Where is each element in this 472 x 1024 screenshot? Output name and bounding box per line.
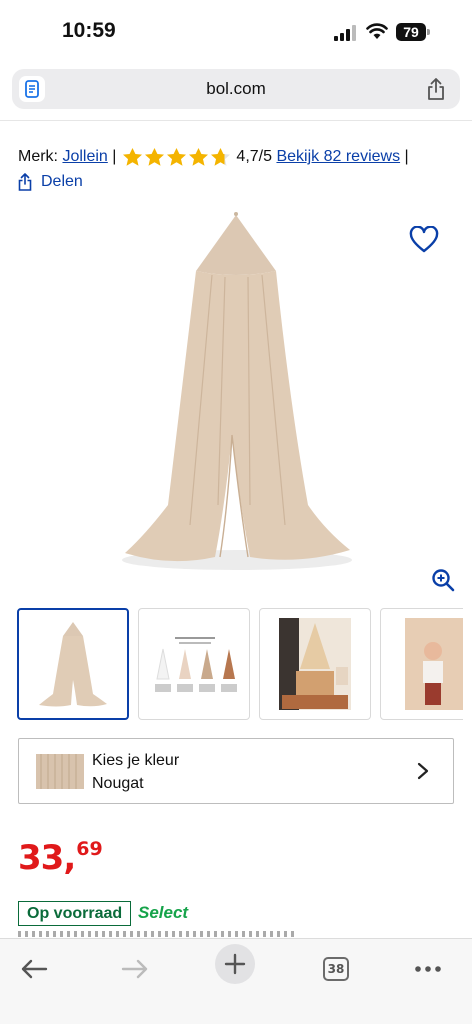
product-title-cut xyxy=(0,112,472,120)
forward-button[interactable] xyxy=(113,947,157,991)
zoom-in-icon[interactable] xyxy=(431,568,455,592)
meta-separator-end: | xyxy=(404,148,409,165)
star-icon xyxy=(145,148,165,166)
browser-toolbar: 38 xyxy=(0,938,472,1024)
battery-level: 79 xyxy=(396,23,426,41)
wifi-icon xyxy=(366,23,388,39)
share-label: Delen xyxy=(41,173,83,190)
star-icon xyxy=(211,148,231,166)
star-icon xyxy=(123,148,143,166)
thumbnail-strip xyxy=(17,608,463,720)
price: 33,69 xyxy=(18,838,103,878)
share-icon[interactable] xyxy=(426,77,446,101)
select-badge: Select xyxy=(138,903,189,922)
thumbnail-color-variants[interactable] xyxy=(138,608,250,720)
more-dots-icon xyxy=(415,966,441,972)
divider xyxy=(0,120,472,121)
thumbnail-nursery-room[interactable] xyxy=(259,608,371,720)
back-button[interactable] xyxy=(12,947,56,991)
thumbnail-canopy[interactable] xyxy=(17,608,129,720)
share-button[interactable]: Delen xyxy=(18,171,83,193)
price-cents: 69 xyxy=(76,838,103,860)
address-bar[interactable]: bol.com xyxy=(12,69,460,109)
delivery-info-cut xyxy=(18,931,338,938)
url-text[interactable]: bol.com xyxy=(12,79,460,99)
color-picker[interactable]: Kies je kleur Nougat xyxy=(18,738,454,804)
meta-separator: | xyxy=(112,148,117,165)
product-image[interactable] xyxy=(100,205,370,585)
brand-link[interactable]: Jollein xyxy=(62,148,107,166)
price-main: 33, xyxy=(18,838,76,878)
status-bar: 10:59 79 xyxy=(0,0,472,62)
more-button[interactable] xyxy=(406,947,450,991)
color-picker-value: Nougat xyxy=(92,775,144,792)
rating-text: 4,7/5 xyxy=(236,148,273,165)
battery-icon: 79 xyxy=(396,23,430,41)
thumbnail-child-room[interactable] xyxy=(380,608,463,720)
arrow-left-icon xyxy=(21,959,48,979)
color-swatch xyxy=(36,754,84,789)
arrow-right-icon xyxy=(121,959,148,979)
plus-icon xyxy=(224,953,246,975)
star-icon xyxy=(167,148,187,166)
status-time: 10:59 xyxy=(62,19,116,42)
rating-stars xyxy=(122,147,232,167)
cellular-signal-icon xyxy=(334,25,358,41)
reviews-link[interactable]: Bekijk 82 reviews xyxy=(276,148,400,166)
share-icon xyxy=(18,173,32,191)
tab-count: 38 xyxy=(323,957,349,981)
new-tab-button[interactable] xyxy=(215,944,255,984)
star-icon xyxy=(189,148,209,166)
stock-badge: Op voorraad xyxy=(18,901,132,926)
chevron-right-icon xyxy=(417,762,429,780)
wishlist-heart-icon[interactable] xyxy=(409,226,439,254)
color-picker-label: Kies je kleur xyxy=(92,752,180,769)
brand-label: Merk: xyxy=(18,148,58,165)
tabs-button[interactable]: 38 xyxy=(314,947,358,991)
product-meta-row: Merk: Jollein | 4,7/5 Bekijk 82 reviews … xyxy=(18,146,409,168)
